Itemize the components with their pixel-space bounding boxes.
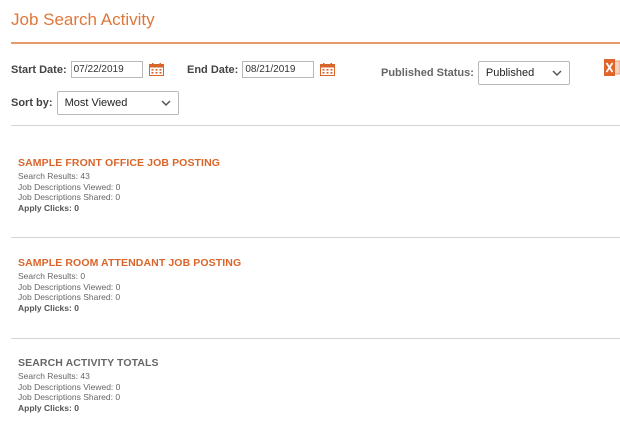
- search-results-stat: Search Results: 43: [18, 171, 90, 181]
- start-date-input[interactable]: [70, 61, 143, 78]
- published-status-select[interactable]: Published: [477, 61, 570, 85]
- calendar-icon[interactable]: [148, 63, 164, 76]
- totals-title: SEARCH ACTIVITY TOTALS: [18, 357, 159, 369]
- chevron-down-icon: [552, 69, 562, 76]
- job-item: SAMPLE ROOM ATTENDANT JOB POSTING Search…: [18, 257, 241, 313]
- end-date-label: End Date:: [187, 63, 239, 76]
- descriptions-shared-stat: Job Descriptions Shared: 0: [18, 392, 121, 402]
- apply-clicks-stat: Apply Clicks: 0: [18, 302, 79, 313]
- end-date-group: End Date:: [187, 61, 336, 78]
- page-title: Job Search Activity: [11, 10, 155, 29]
- end-date-input[interactable]: [242, 61, 315, 78]
- start-date-group: Start Date:: [11, 61, 164, 78]
- published-status-value: Published: [485, 67, 535, 79]
- published-status-label: Published Status:: [381, 67, 474, 79]
- apply-clicks-stat: Apply Clicks: 0: [18, 402, 79, 413]
- published-status-group: Published Status: Published: [381, 61, 570, 85]
- search-results-stat: Search Results: 43: [18, 371, 90, 381]
- descriptions-shared-stat: Job Descriptions Shared: 0: [18, 192, 121, 202]
- sort-by-select[interactable]: Most Viewed: [56, 91, 179, 115]
- descriptions-viewed-stat: Job Descriptions Viewed: 0: [18, 181, 121, 192]
- descriptions-viewed-stat: Job Descriptions Viewed: 0: [18, 381, 121, 392]
- job-title: SAMPLE ROOM ATTENDANT JOB POSTING: [18, 257, 242, 269]
- job-title: SAMPLE FRONT OFFICE JOB POSTING: [18, 157, 221, 169]
- excel-export-icon[interactable]: [604, 59, 620, 76]
- section-divider: [11, 237, 620, 238]
- descriptions-shared-stat: Job Descriptions Shared: 0: [18, 292, 121, 302]
- calendar-icon[interactable]: [320, 63, 336, 76]
- sort-by-group: Sort by: Most Viewed: [11, 91, 179, 115]
- start-date-label: Start Date:: [11, 63, 67, 76]
- job-item: SAMPLE FRONT OFFICE JOB POSTING Search R…: [18, 157, 220, 213]
- section-divider: [11, 338, 620, 339]
- title-divider: [11, 42, 620, 44]
- sort-by-label: Sort by:: [11, 97, 53, 109]
- totals-item: SEARCH ACTIVITY TOTALS Search Results: 4…: [18, 357, 159, 413]
- search-results-stat: Search Results: 0: [18, 271, 86, 281]
- section-divider: [11, 125, 620, 126]
- apply-clicks-stat: Apply Clicks: 0: [18, 202, 79, 213]
- sort-by-value: Most Viewed: [64, 97, 128, 109]
- chevron-down-icon: [161, 99, 171, 106]
- descriptions-viewed-stat: Job Descriptions Viewed: 0: [18, 281, 121, 292]
